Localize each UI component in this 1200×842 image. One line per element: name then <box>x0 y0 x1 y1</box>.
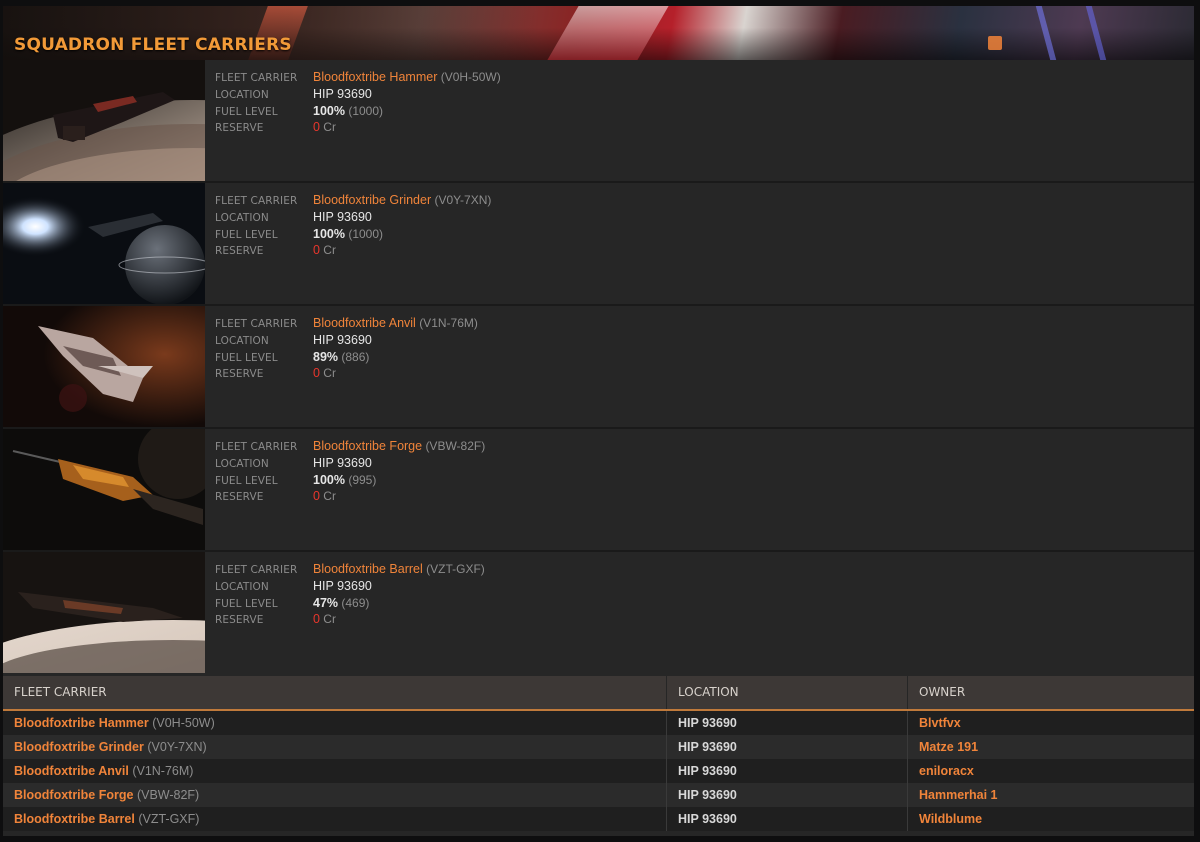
location-label: LOCATION <box>215 457 269 470</box>
carrier-location: HIP 93690 <box>667 735 908 759</box>
fuel-level-label: FUEL LEVEL <box>215 597 278 610</box>
fuel-level-label: FUEL LEVEL <box>215 228 278 241</box>
reserve-value: 0 <box>313 120 320 135</box>
carrier-name-link[interactable]: Bloodfoxtribe Grinder <box>14 740 144 754</box>
reserve-label: RESERVE <box>215 245 264 258</box>
table-row: Bloodfoxtribe Forge (VBW-82F) HIP 93690 … <box>3 783 1194 807</box>
reserve-label: RESERVE <box>215 368 264 381</box>
table-row: Bloodfoxtribe Anvil (V1N-76M) HIP 93690 … <box>3 759 1194 783</box>
carrier-callsign: (V0H-50W) <box>440 70 501 84</box>
owner-link[interactable]: eniloracx <box>908 759 1194 783</box>
page-title: SQUADRON FLEET CARRIERS <box>14 35 292 55</box>
carrier-image <box>3 552 205 673</box>
carrier-location: HIP 93690 <box>313 86 372 101</box>
fleet-carriers-panel: SQUADRON FLEET CARRIERS FLEET CARRIERBl <box>3 6 1194 836</box>
carrier-callsign: (V1N-76M) <box>132 764 194 778</box>
fuel-percent: 47% <box>313 595 339 610</box>
table-row: Bloodfoxtribe Grinder (V0Y-7XN) HIP 9369… <box>3 735 1194 759</box>
carrier-name-link[interactable]: Bloodfoxtribe Hammer <box>313 70 437 84</box>
reserve-value: 0 <box>313 489 320 504</box>
carrier-callsign: (V0H-50W) <box>152 716 215 730</box>
location-label: LOCATION <box>215 88 269 101</box>
fuel-amount: (995) <box>348 472 377 487</box>
reserve-label: RESERVE <box>215 614 264 627</box>
currency-unit: Cr <box>323 366 336 381</box>
fuel-percent: 100% <box>313 472 345 487</box>
owner-link[interactable]: Wildblume <box>908 807 1194 831</box>
fuel-percent: 89% <box>313 349 339 364</box>
carrier-card: FLEET CARRIER Bloodfoxtribe Grinder (V0Y-… <box>3 183 1194 306</box>
currency-unit: Cr <box>323 243 336 258</box>
currency-unit: Cr <box>323 612 336 627</box>
carrier-name-link[interactable]: Bloodfoxtribe Anvil <box>313 316 416 330</box>
fleet-carrier-label: FLEET CARRIER <box>215 564 298 576</box>
reserve-value: 0 <box>313 366 320 381</box>
owner-link[interactable]: Matze 191 <box>908 735 1194 759</box>
fleet-carrier-label: FLEET CARRIER <box>215 195 298 207</box>
fuel-amount: (469) <box>341 595 370 610</box>
carrier-callsign: (VBW-82F) <box>425 439 486 453</box>
reserve-label: RESERVE <box>215 491 264 504</box>
fleet-carrier-label: FLEET CARRIER <box>215 72 298 84</box>
fuel-percent: 100% <box>313 226 345 241</box>
carrier-name-link[interactable]: Bloodfoxtribe Forge <box>313 439 422 453</box>
carrier-image <box>3 429 205 550</box>
owner-link[interactable]: Blvtfvx <box>908 711 1194 735</box>
carrier-name-link[interactable]: Bloodfoxtribe Hammer <box>14 716 149 730</box>
carrier-callsign: (VZT-GXF) <box>138 812 200 826</box>
carrier-callsign: (VBW-82F) <box>136 788 200 802</box>
fuel-percent: 100% <box>313 103 345 118</box>
carrier-location: HIP 93690 <box>667 807 908 831</box>
fleet-carrier-label: FLEET CARRIER <box>215 318 298 330</box>
column-header-location[interactable]: LOCATION <box>667 676 908 709</box>
fuel-amount: (1000) <box>348 226 384 241</box>
location-label: LOCATION <box>215 334 269 347</box>
carrier-location: HIP 93690 <box>667 759 908 783</box>
carrier-name-link[interactable]: Bloodfoxtribe Forge <box>14 788 133 802</box>
carrier-location: HIP 93690 <box>313 455 372 470</box>
table-row: Bloodfoxtribe Hammer (V0H-50W) HIP 93690… <box>3 711 1194 735</box>
carrier-location: HIP 93690 <box>667 783 908 807</box>
carrier-location: HIP 93690 <box>313 209 372 224</box>
carrier-name-link[interactable]: Bloodfoxtribe Grinder <box>313 193 431 207</box>
carrier-card: FLEET CARRIER Bloodfoxtribe Forge (VBW-82… <box>3 429 1194 552</box>
carrier-name-link[interactable]: Bloodfoxtribe Barrel <box>14 812 135 826</box>
table-header: FLEET CARRIER LOCATION OWNER <box>3 676 1194 711</box>
carrier-callsign: (V1N-76M) <box>419 316 478 330</box>
location-label: LOCATION <box>215 211 269 224</box>
fuel-amount: (1000) <box>348 103 384 118</box>
carrier-location: HIP 93690 <box>313 332 372 347</box>
location-label: LOCATION <box>215 580 269 593</box>
currency-unit: Cr <box>323 489 336 504</box>
carrier-location: HIP 93690 <box>667 711 908 735</box>
carrier-name-link[interactable]: Bloodfoxtribe Anvil <box>14 764 129 778</box>
carrier-name-link[interactable]: Bloodfoxtribe Barrel <box>313 562 423 576</box>
column-header-owner[interactable]: OWNER <box>908 676 1194 709</box>
carrier-image <box>3 183 205 304</box>
carrier-image <box>3 306 205 427</box>
carriers-table: FLEET CARRIER LOCATION OWNER Bloodfoxtri… <box>3 676 1194 831</box>
carrier-location: HIP 93690 <box>313 578 372 593</box>
table-body: Bloodfoxtribe Hammer (V0H-50W) HIP 93690… <box>3 711 1194 831</box>
fuel-amount: (886) <box>341 349 370 364</box>
carrier-callsign: (VZT-GXF) <box>426 562 485 576</box>
carrier-card: FLEET CARRIER Bloodfoxtribe Hammer (V0H-5… <box>3 60 1194 183</box>
currency-unit: Cr <box>323 120 336 135</box>
reserve-label: RESERVE <box>215 122 264 135</box>
reserve-value: 0 <box>313 243 320 258</box>
fuel-level-label: FUEL LEVEL <box>215 351 278 364</box>
table-row: Bloodfoxtribe Barrel (VZT-GXF) HIP 93690… <box>3 807 1194 831</box>
carrier-callsign: (V0Y-7XN) <box>434 193 492 207</box>
fuel-level-label: FUEL LEVEL <box>215 474 278 487</box>
carrier-card: FLEET CARRIER Bloodfoxtribe Anvil (V1N-76… <box>3 306 1194 429</box>
carrier-callsign: (V0Y-7XN) <box>147 740 207 754</box>
carrier-image <box>3 60 205 181</box>
carrier-card: FLEET CARRIER Bloodfoxtribe Barrel (VZT-G… <box>3 552 1194 673</box>
column-header-fleet-carrier[interactable]: FLEET CARRIER <box>3 676 667 709</box>
owner-link[interactable]: Hammerhai 1 <box>908 783 1194 807</box>
fuel-level-label: FUEL LEVEL <box>215 105 278 118</box>
fleet-carrier-label: FLEET CARRIER <box>215 441 298 453</box>
reserve-value: 0 <box>313 612 320 627</box>
header-banner: SQUADRON FLEET CARRIERS <box>3 6 1194 60</box>
